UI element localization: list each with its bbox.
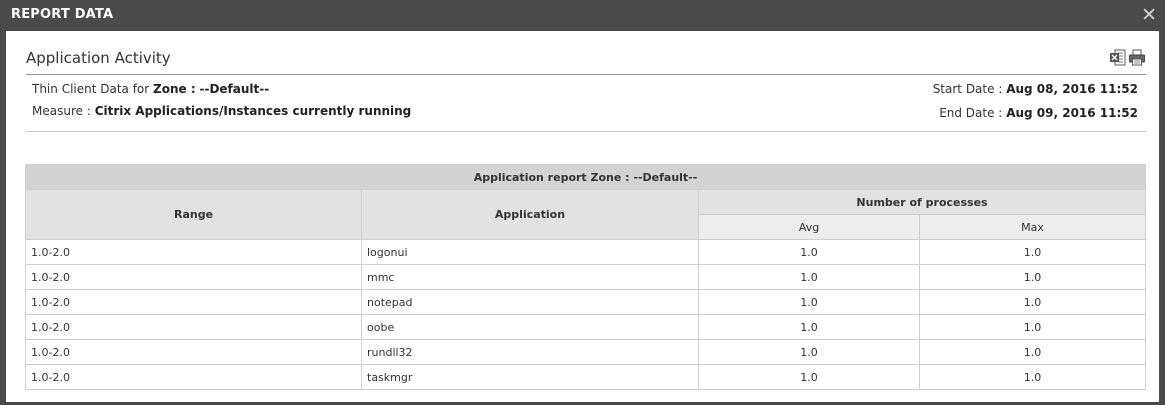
dialog-frame-left bbox=[0, 31, 6, 405]
end-date-label: End Date : bbox=[939, 106, 1003, 120]
cell-range: 1.0-2.0 bbox=[25, 289, 362, 315]
cell-range: 1.0-2.0 bbox=[25, 314, 362, 340]
report-table-title: Application report Zone : --Default-- bbox=[24, 164, 1147, 190]
zone-info: Thin Client Data for Zone : --Default-- bbox=[32, 82, 269, 96]
dialog-frame-right bbox=[1159, 31, 1165, 405]
cell-application: notepad bbox=[361, 289, 699, 315]
measure-label: Measure : bbox=[32, 104, 91, 118]
cell-avg: 1.0 bbox=[698, 339, 920, 365]
cell-avg: 1.0 bbox=[698, 264, 920, 290]
zone-value: --Default-- bbox=[199, 82, 270, 96]
cell-max: 1.0 bbox=[918, 239, 1147, 265]
measure-value: Citrix Applications/Instances currently … bbox=[94, 104, 412, 118]
cell-max: 1.0 bbox=[918, 314, 1147, 340]
page-title: Application Activity bbox=[26, 49, 171, 67]
table-row: 1.0-2.0 rundll32 1.0 1.0 bbox=[25, 339, 1147, 365]
dialog-title: REPORT DATA bbox=[11, 7, 114, 22]
cell-application: oobe bbox=[361, 314, 699, 340]
column-header-range: Range bbox=[25, 189, 362, 240]
cell-range: 1.0-2.0 bbox=[25, 264, 362, 290]
end-date-info: End Date : Aug 09, 2016 11:52 bbox=[939, 106, 1138, 120]
cell-application: taskmgr bbox=[361, 364, 699, 390]
info-divider bbox=[26, 131, 1146, 132]
column-header-max: Max bbox=[918, 214, 1147, 240]
cell-avg: 1.0 bbox=[698, 314, 920, 340]
start-date-label: Start Date : bbox=[932, 82, 1003, 96]
zone-prefix: Thin Client Data for bbox=[32, 82, 150, 96]
table-row: 1.0-2.0 oobe 1.0 1.0 bbox=[25, 314, 1147, 340]
measure-info: Measure : Citrix Applications/Instances … bbox=[32, 104, 411, 118]
table-row: 1.0-2.0 logonui 1.0 1.0 bbox=[25, 239, 1147, 265]
column-header-application: Application bbox=[361, 189, 699, 240]
start-date-value: Aug 08, 2016 11:52 bbox=[1006, 82, 1138, 96]
zone-label: Zone : bbox=[153, 82, 196, 96]
end-date-value: Aug 09, 2016 11:52 bbox=[1006, 106, 1138, 120]
cell-avg: 1.0 bbox=[698, 239, 920, 265]
cell-range: 1.0-2.0 bbox=[25, 239, 362, 265]
dialog-titlebar: REPORT DATA ✕ bbox=[0, 0, 1165, 31]
table-row: 1.0-2.0 notepad 1.0 1.0 bbox=[25, 289, 1147, 315]
cell-max: 1.0 bbox=[918, 289, 1147, 315]
cell-range: 1.0-2.0 bbox=[25, 339, 362, 365]
print-icon[interactable] bbox=[1129, 49, 1145, 66]
report-toolbar bbox=[1110, 49, 1145, 66]
cell-application: rundll32 bbox=[361, 339, 699, 365]
close-icon[interactable]: ✕ bbox=[1141, 4, 1157, 26]
table-row: 1.0-2.0 taskmgr 1.0 1.0 bbox=[25, 364, 1147, 390]
cell-max: 1.0 bbox=[918, 364, 1147, 390]
cell-application: mmc bbox=[361, 264, 699, 290]
column-header-avg: Avg bbox=[698, 214, 920, 240]
start-date-info: Start Date : Aug 08, 2016 11:52 bbox=[933, 82, 1138, 96]
column-header-processes: Number of processes bbox=[697, 189, 1147, 215]
cell-avg: 1.0 bbox=[698, 289, 920, 315]
cell-range: 1.0-2.0 bbox=[25, 364, 362, 390]
excel-export-icon[interactable] bbox=[1110, 49, 1126, 66]
header-divider bbox=[26, 74, 1146, 75]
application-report-table: Application report Zone : --Default-- Ra… bbox=[24, 164, 1147, 390]
cell-max: 1.0 bbox=[918, 264, 1147, 290]
cell-application: logonui bbox=[361, 239, 699, 265]
table-row: 1.0-2.0 mmc 1.0 1.0 bbox=[25, 264, 1147, 290]
cell-avg: 1.0 bbox=[698, 364, 920, 390]
cell-max: 1.0 bbox=[918, 339, 1147, 365]
